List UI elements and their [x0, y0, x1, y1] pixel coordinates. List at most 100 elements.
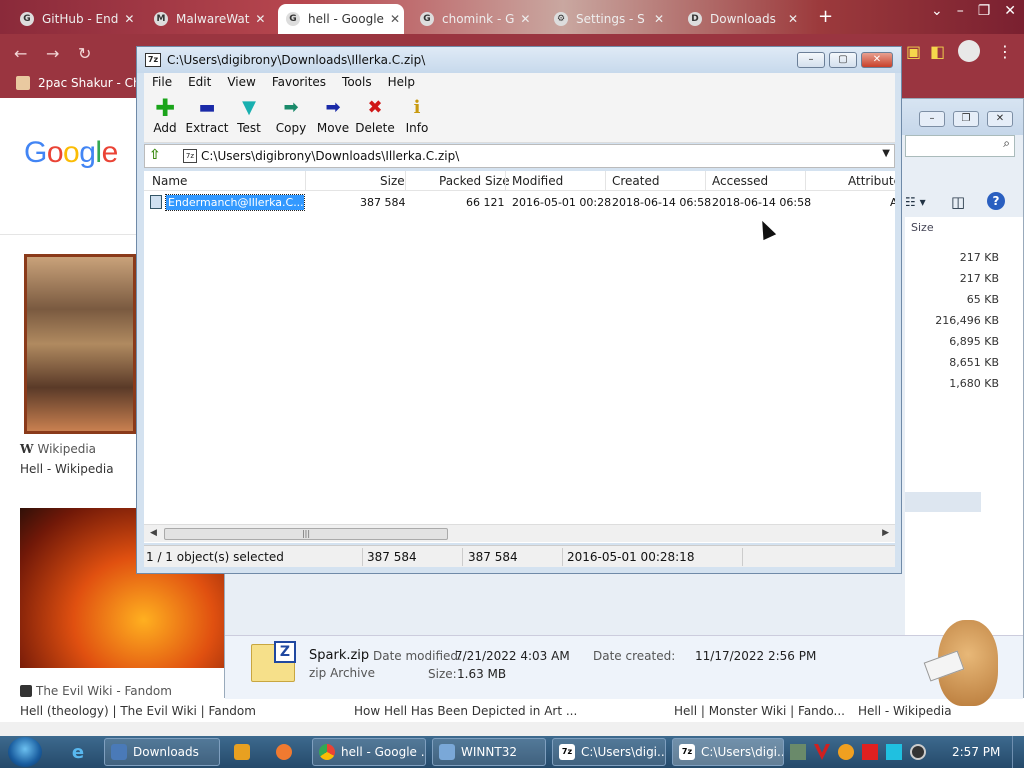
address-bar[interactable]: ⇧ 7z C:\Users\digibrony\Downloads\Illerk…	[144, 144, 895, 168]
page-horizontal-scrollbar[interactable]	[0, 722, 1024, 736]
column-header-size[interactable]: Size	[911, 221, 934, 234]
chrome-tab-hell-google[interactable]: Ghell - Google ✕	[278, 4, 404, 34]
restore-icon[interactable]: ❐	[978, 3, 991, 19]
back-icon[interactable]: ←	[14, 44, 27, 63]
close-button[interactable]: ✕	[861, 52, 893, 68]
google-logo[interactable]: Google	[24, 136, 118, 170]
close-icon[interactable]: ✕	[987, 111, 1013, 127]
scrollbar-thumb[interactable]: |||	[164, 528, 448, 540]
column-header-created[interactable]: Created	[612, 174, 660, 188]
column-divider[interactable]	[405, 171, 406, 191]
taskbar-item-7zip-1[interactable]: 7z C:\Users\digi...	[552, 738, 666, 766]
search-input[interactable]: ⌕	[905, 135, 1015, 157]
chrome-tab-chomink[interactable]: Gchomink - G ✕	[412, 4, 538, 34]
tray-monitor-icon[interactable]	[886, 744, 902, 760]
extension-icon[interactable]: ▣	[906, 42, 921, 61]
folder-up-icon[interactable]: ⇧	[149, 147, 167, 165]
result-source-evil-wiki[interactable]: The Evil Wiki - Fandom	[20, 684, 172, 698]
menu-file[interactable]: File	[144, 73, 180, 93]
chrome-tab-malwarewatch[interactable]: M MalwareWat ✕	[146, 4, 272, 34]
table-row[interactable]: Endermanch@Illerka.C.... 387 584 66 121 …	[144, 193, 895, 213]
column-header-size[interactable]: Size	[380, 174, 405, 188]
profile-avatar-icon[interactable]	[958, 40, 980, 62]
move-button[interactable]: ➡ Move	[312, 93, 354, 142]
minimize-button[interactable]: –	[797, 52, 825, 68]
minimize-icon[interactable]: –	[919, 111, 945, 127]
7zip-titlebar[interactable]: 7z C:\Users\digibrony\Downloads\Illerka.…	[137, 47, 901, 73]
column-header-attributes[interactable]: Attribute	[848, 174, 895, 188]
menu-kebab-icon[interactable]: ⋮	[997, 42, 1013, 61]
tray-volume-icon[interactable]	[910, 744, 926, 760]
menu-view[interactable]: View	[219, 73, 263, 93]
taskbar-item-7zip-2[interactable]: 7z C:\Users\digi...	[672, 738, 784, 766]
delete-button[interactable]: ✖ Delete	[354, 93, 396, 142]
close-icon[interactable]: ✕	[514, 12, 530, 26]
taskbar-item-downloads[interactable]: Downloads	[104, 738, 220, 766]
chevron-down-icon[interactable]: ▼	[882, 148, 890, 159]
column-header-name[interactable]: Name	[152, 174, 187, 188]
column-divider[interactable]	[705, 171, 706, 191]
close-icon[interactable]: ✕	[1004, 3, 1016, 19]
close-icon[interactable]: ✕	[249, 12, 265, 26]
tray-v-icon[interactable]	[814, 744, 830, 760]
start-button[interactable]	[8, 737, 42, 767]
reload-icon[interactable]: ↻	[78, 44, 91, 63]
7zip-app-icon[interactable]: 7z	[145, 53, 161, 67]
result-title[interactable]: Hell | Monster Wiki | Fando...	[674, 704, 845, 718]
paint-icon[interactable]	[266, 738, 302, 766]
column-header-packed-size[interactable]: Packed Size	[439, 174, 510, 188]
chrome-tab-downloads[interactable]: D Downloads ✕	[680, 4, 806, 34]
new-tab-icon[interactable]: +	[818, 6, 833, 27]
result-title[interactable]: How Hell Has Been Depicted in Art ...	[354, 704, 577, 718]
chrome-tab-settings[interactable]: ⚙ Settings - S ✕	[546, 4, 672, 34]
show-desktop-button[interactable]	[1012, 736, 1024, 768]
chrome-tab-github[interactable]: G GitHub - End ✕	[12, 4, 138, 34]
result-title[interactable]: Hell (theology) | The Evil Wiki | Fandom	[20, 704, 256, 718]
menu-tools[interactable]: Tools	[334, 73, 380, 93]
tray-search-icon[interactable]	[838, 744, 854, 760]
menu-help[interactable]: Help	[380, 73, 423, 93]
scroll-left-icon[interactable]: ◀	[150, 528, 157, 538]
column-header-modified[interactable]: Modified	[512, 174, 563, 188]
maximize-button[interactable]: ▢	[829, 52, 857, 68]
clock[interactable]: 2:57 PM	[952, 745, 1000, 759]
address-path[interactable]: C:\Users\digibrony\Downloads\Illerka.C.z…	[201, 149, 459, 163]
column-divider[interactable]	[305, 171, 306, 191]
copy-button[interactable]: ➡ Copy	[270, 93, 312, 142]
taskbar-item-chrome[interactable]: hell - Google ...	[312, 738, 426, 766]
help-icon[interactable]: ?	[987, 192, 1005, 210]
result-source-wikipedia[interactable]: W Wikipedia	[20, 442, 96, 456]
close-icon[interactable]: ✕	[648, 12, 664, 26]
bookmark-2pac[interactable]: 2pac Shakur - Chro	[16, 76, 153, 90]
close-icon[interactable]: ✕	[118, 12, 134, 26]
test-button[interactable]: ▼ Test	[228, 93, 270, 142]
add-button[interactable]: ✚ Add	[144, 93, 186, 142]
restore-icon[interactable]: ❐	[953, 111, 979, 127]
scroll-right-icon[interactable]: ▶	[882, 528, 889, 538]
menu-favorites[interactable]: Favorites	[264, 73, 334, 93]
info-button[interactable]: i Info	[396, 93, 438, 142]
media-player-icon[interactable]	[224, 738, 260, 766]
chevron-down-icon[interactable]: ⌄	[931, 3, 943, 19]
tray-flag-icon[interactable]	[862, 744, 878, 760]
result-image-hell-painting[interactable]	[24, 254, 136, 434]
preview-pane-icon[interactable]: ◫	[951, 193, 965, 211]
file-name[interactable]: Endermanch@Illerka.C....	[165, 193, 305, 211]
minimize-icon[interactable]: –	[957, 3, 964, 19]
view-options-icon[interactable]: ☷ ▾	[905, 195, 926, 209]
column-header-accessed[interactable]: Accessed	[712, 174, 768, 188]
menu-edit[interactable]: Edit	[180, 73, 219, 93]
horizontal-scrollbar[interactable]: ◀ ||| ▶	[144, 524, 895, 542]
forward-icon[interactable]: →	[46, 44, 59, 63]
ie-icon[interactable]: e	[60, 738, 96, 766]
result-title[interactable]: Hell - Wikipedia	[20, 462, 114, 476]
taskbar-item-winnt32[interactable]: WINNT32	[432, 738, 546, 766]
extension-icon[interactable]: ◧	[930, 42, 945, 61]
tray-app-icon[interactable]	[790, 744, 806, 760]
column-divider[interactable]	[805, 171, 806, 191]
close-icon[interactable]: ✕	[782, 12, 798, 26]
close-icon[interactable]: ✕	[384, 12, 400, 26]
column-divider[interactable]	[505, 171, 506, 191]
column-divider[interactable]	[605, 171, 606, 191]
extract-button[interactable]: ▬ Extract	[186, 93, 229, 142]
